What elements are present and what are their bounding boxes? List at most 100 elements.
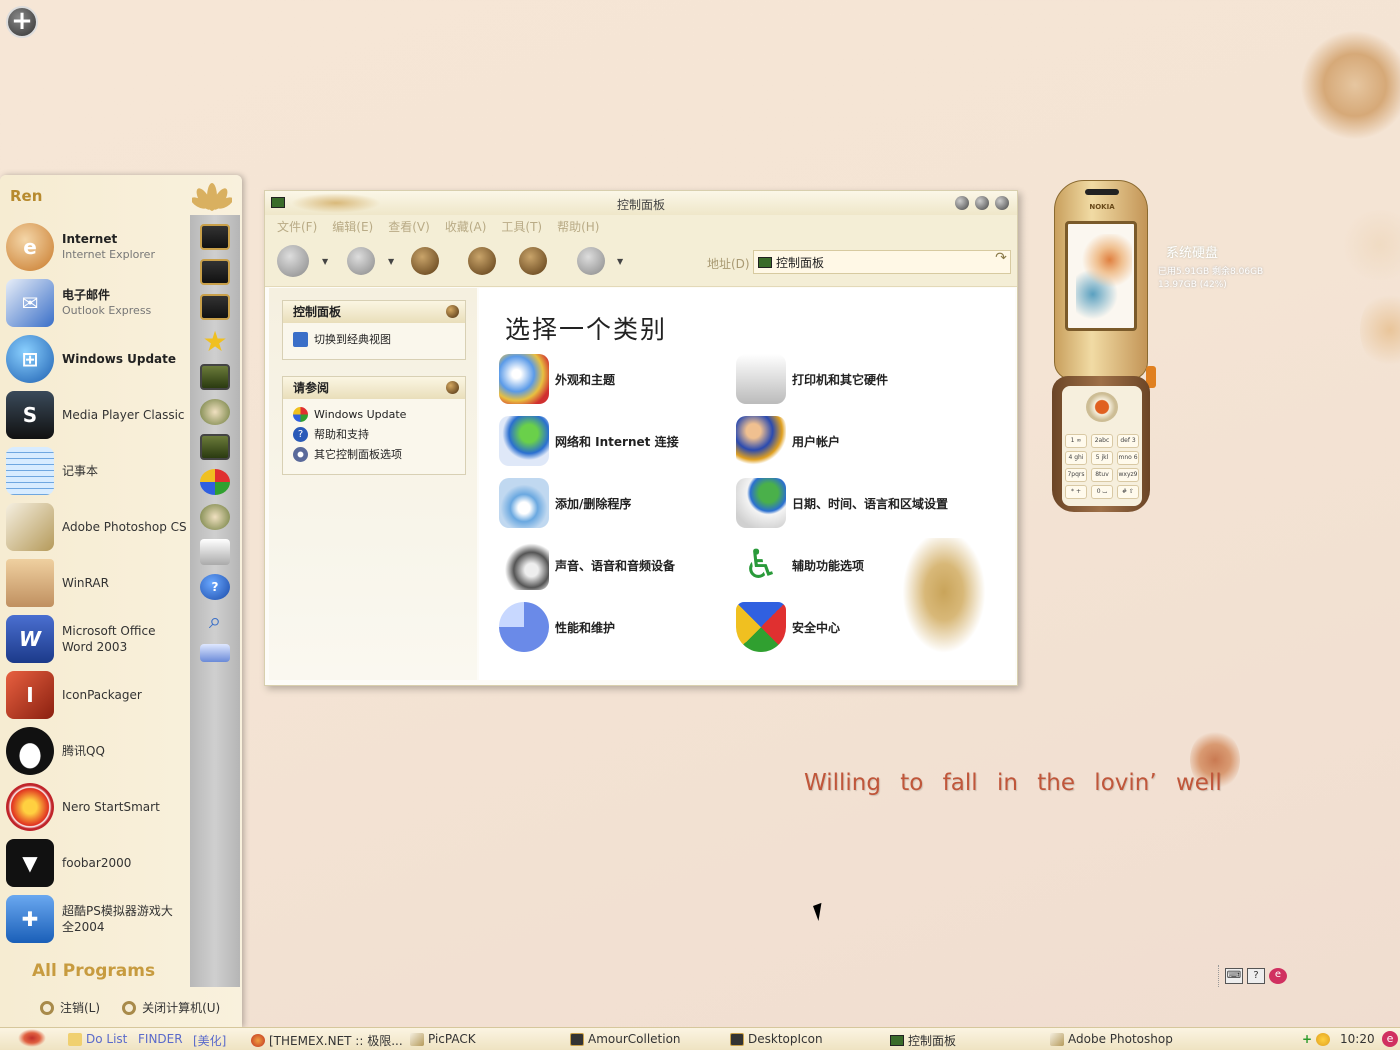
shutdown-label: 关闭计算机(U) (142, 1001, 221, 1015)
category-label: 添加/删除程序 (555, 496, 632, 511)
my-music-icon[interactable] (200, 294, 230, 320)
up-folder-icon[interactable] (411, 247, 439, 275)
minimize-button[interactable] (955, 196, 969, 210)
set-program-access-icon[interactable] (200, 469, 230, 495)
my-computer-icon[interactable] (200, 364, 230, 390)
category-security-center[interactable]: 安全中心 (736, 602, 840, 652)
start-item-sub: Internet Explorer (62, 248, 155, 261)
menu-view[interactable]: 查看(V) (388, 218, 430, 235)
task-box-header[interactable]: 控制面板 (283, 301, 465, 323)
category-printers-hardware[interactable]: 打印机和其它硬件 (736, 354, 888, 404)
my-pictures-icon[interactable] (200, 259, 230, 285)
help-support-link[interactable]: ? 帮助和支持 (283, 424, 465, 444)
folders-icon[interactable] (519, 247, 547, 275)
address-go-icon[interactable]: ↷ (991, 250, 1011, 274)
search-icon[interactable] (468, 247, 496, 275)
start-item-notepad[interactable]: 记事本 (6, 443, 188, 499)
start-item-qq[interactable]: 腾讯QQ (6, 723, 188, 779)
quicklaunch-do-list[interactable]: Do List (68, 1032, 127, 1046)
help-icon[interactable]: ? (200, 574, 230, 600)
category-accessibility[interactable]: ♿ 辅助功能选项 (736, 540, 864, 590)
help-icon[interactable]: ? (1247, 968, 1265, 984)
menu-tools[interactable]: 工具(T) (501, 218, 542, 235)
switch-classic-view-link[interactable]: 切换到经典视图 (283, 329, 465, 349)
network-icon[interactable] (200, 399, 230, 425)
category-appearance-themes[interactable]: 外观和主题 (499, 354, 615, 404)
category-add-remove-programs[interactable]: 添加/删除程序 (499, 478, 631, 528)
start-item-iconpackager[interactable]: I IconPackager (6, 667, 188, 723)
quicklaunch-beautify[interactable]: [美化] (193, 1032, 226, 1049)
task-amourcolletion[interactable]: AmourColletion (570, 1032, 681, 1046)
start-item-winrar[interactable]: WinRAR (6, 555, 188, 611)
start-menu-footer: 注销(L) 关闭计算机(U) (40, 999, 220, 1016)
collapse-icon[interactable] (446, 381, 459, 394)
category-user-accounts[interactable]: 用户帐户 (736, 416, 840, 466)
window-titlebar[interactable]: 控制面板 (265, 191, 1017, 215)
search-icon[interactable]: ⌕ (200, 609, 230, 635)
phone-widget[interactable]: NOKIA 1 ∞ 2abc def 3 4 ghi 5 jkl mno 6 7… (1050, 180, 1156, 516)
category-network-internet[interactable]: 网络和 Internet 连接 (499, 416, 679, 466)
run-icon[interactable] (200, 644, 230, 662)
start-item-photoshop[interactable]: Adobe Photoshop CS (6, 499, 188, 555)
task-box-header[interactable]: 请参阅 (283, 377, 465, 399)
menu-help[interactable]: 帮助(H) (557, 218, 599, 235)
forward-icon[interactable] (347, 247, 375, 275)
address-bar[interactable]: 控制面板 (753, 250, 1011, 274)
views-icon[interactable] (577, 247, 605, 275)
task-themex[interactable]: [THEMEX.NET :: 极限... (251, 1032, 403, 1049)
notepad-icon (6, 447, 54, 495)
start-item-email[interactable]: ✉ 电子邮件 Outlook Express (6, 275, 188, 331)
disk-usage-line: 已用5.91GB 剩余8.06GB (1158, 267, 1264, 277)
forward-dropdown-icon[interactable]: ▼ (388, 257, 394, 266)
input-method-icon[interactable]: e (1269, 968, 1287, 984)
keyboard-icon[interactable]: ⌨ (1225, 968, 1243, 984)
start-item-windows-update[interactable]: ⊞ Windows Update (6, 331, 188, 387)
tray-sun-icon[interactable] (1316, 1032, 1331, 1046)
page-title: 选择一个类别 (505, 315, 668, 344)
quicklaunch-finder[interactable]: FINDER (138, 1032, 183, 1046)
logoff-button[interactable]: 注销(L) (40, 999, 100, 1016)
control-panel-icon[interactable] (200, 434, 230, 460)
control-panel-small-icon (758, 256, 772, 268)
task-desktopicon[interactable]: DesktopIcon (730, 1032, 823, 1046)
back-icon[interactable] (277, 245, 309, 277)
start-item-foobar[interactable]: ▼ foobar2000 (6, 835, 188, 891)
all-programs-button[interactable]: All Programs (32, 961, 155, 981)
shutdown-button[interactable]: 关闭计算机(U) (122, 999, 220, 1016)
start-item-ps-emulator[interactable]: ✚ 超酷PS模拟器游戏大全2004 (6, 891, 188, 947)
my-documents-icon[interactable] (200, 224, 230, 250)
other-options-link[interactable]: 其它控制面板选项 (283, 444, 465, 464)
views-dropdown-icon[interactable]: ▼ (617, 257, 623, 266)
start-item-internet[interactable]: e Internet Internet Explorer (6, 219, 188, 275)
menu-file[interactable]: 文件(F) (277, 218, 317, 235)
start-item-media-player-classic[interactable]: S Media Player Classic (6, 387, 188, 443)
plus-icon[interactable]: + (6, 6, 38, 38)
control-panel-window: 控制面板 文件(F) 编辑(E) 查看(V) 收藏(A) 工具(T) 帮助(H)… (264, 190, 1018, 686)
tray-plus-icon[interactable]: + (1302, 1032, 1312, 1046)
category-date-time-region[interactable]: 日期、时间、语言和区域设置 (736, 478, 948, 528)
disk-widget-info: 已用5.91GB 剩余8.06GB 13.97GB (42%) (1158, 266, 1288, 292)
task-photoshop[interactable]: Adobe Photoshop (1050, 1032, 1173, 1046)
category-performance-maintenance[interactable]: 性能和维护 (499, 602, 615, 652)
start-button[interactable] (18, 1029, 46, 1047)
start-item-word[interactable]: W Microsoft Office Word 2003 (6, 611, 188, 667)
task-picpack[interactable]: PicPACK (410, 1032, 476, 1046)
start-item-label: WinRAR (62, 576, 109, 590)
back-dropdown-icon[interactable]: ▼ (322, 257, 328, 266)
favorites-star-icon[interactable]: ★ (200, 328, 230, 356)
task-control-panel[interactable]: 控制面板 (890, 1032, 956, 1049)
maximize-button[interactable] (975, 196, 989, 210)
windows-update-link[interactable]: Windows Update (283, 405, 465, 424)
phone-key: # ⇧ (1117, 485, 1139, 499)
menu-favorites[interactable]: 收藏(A) (445, 218, 487, 235)
printers-icon[interactable] (200, 539, 230, 565)
menu-edit[interactable]: 编辑(E) (332, 218, 373, 235)
close-button[interactable] (995, 196, 1009, 210)
start-item-nero[interactable]: Nero StartSmart (6, 779, 188, 835)
category-sounds-audio[interactable]: 声音、语音和音频设备 (499, 540, 675, 590)
collapse-icon[interactable] (446, 305, 459, 318)
connect-to-icon[interactable] (200, 504, 230, 530)
address-label: 地址(D) (707, 257, 750, 271)
input-method-icon[interactable]: e (1382, 1031, 1398, 1047)
clock[interactable]: 10:20 (1340, 1032, 1375, 1046)
